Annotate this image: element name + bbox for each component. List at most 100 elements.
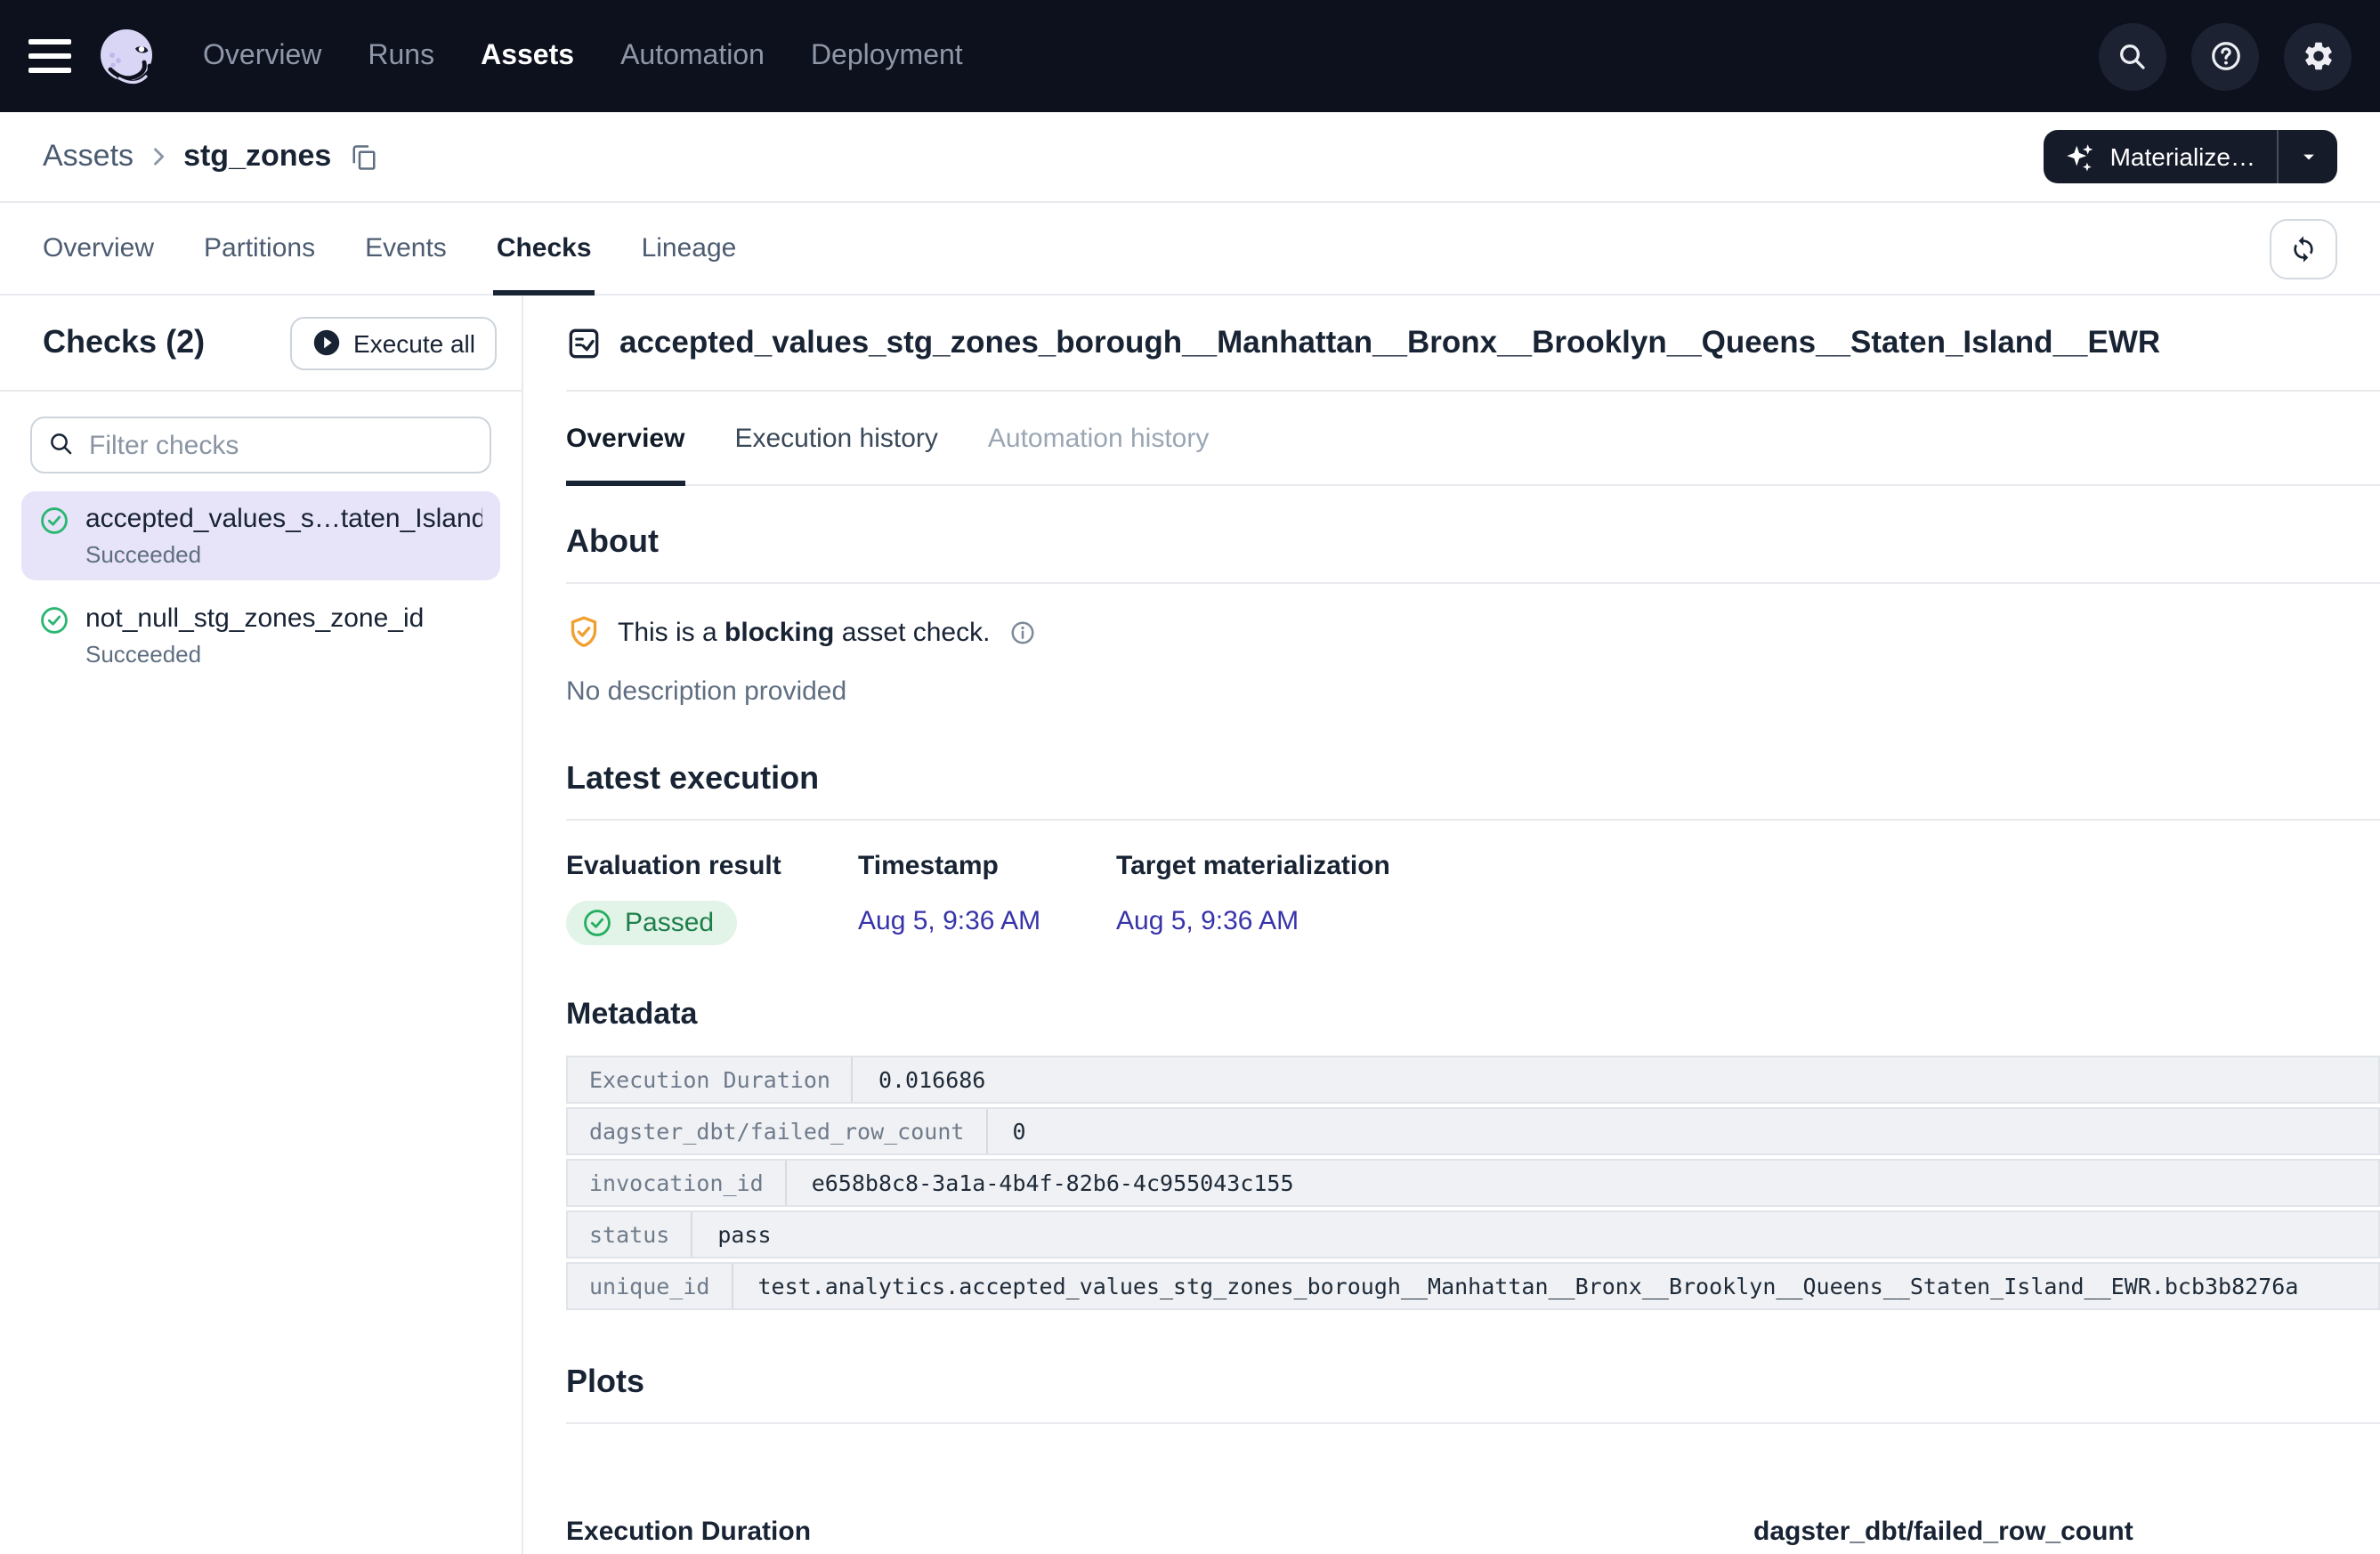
tab-partitions[interactable]: Partitions [204,203,315,294]
dagster-app: Overview Runs Assets Automation Deployme… [0,0,2380,1554]
table-row: invocation_id e658b8c8-3a1a-4b4f-82b6-4c… [566,1159,2380,1207]
tab-check-overview[interactable]: Overview [566,392,684,484]
tab-automation-history: Automation history [988,392,1209,484]
check-detail-tabs: Overview Execution history Automation hi… [566,392,2380,486]
check-list-item-not-null[interactable]: not_null_stg_zones_zone_id Succeeded [21,591,500,680]
timestamp-header: Timestamp [858,851,1116,881]
nav-assets[interactable]: Assets [481,40,574,72]
passed-badge: Passed [566,901,737,945]
table-row: Execution Duration 0.016686 [566,1056,2380,1104]
gear-icon [2301,39,2335,73]
nav-overview[interactable]: Overview [203,40,321,72]
sparkle-icon [2066,142,2096,172]
octopus-logo-icon [93,22,160,90]
primary-nav: Overview Runs Assets Automation Deployme… [203,40,963,72]
metadata-value: pass [692,1212,796,1257]
plots-heading: Plots [566,1364,2380,1424]
checklist-icon [566,325,602,360]
table-row: dagster_dbt/failed_row_count 0 [566,1107,2380,1155]
check-item-text: accepted_values_s…taten_Island__EWR Succ… [85,504,482,568]
check-detail-panel: accepted_values_stg_zones_borough__Manha… [523,295,2380,1554]
copy-icon[interactable] [347,140,381,174]
filter-checks-input[interactable] [30,417,491,473]
nav-actions [2099,22,2352,90]
tab-checks[interactable]: Checks [497,203,592,294]
description-placeholder: No description provided [566,676,2380,707]
checks-count-heading: Checks (2) [43,324,205,361]
metadata-table: Execution Duration 0.016686 dagster_dbt/… [566,1056,2380,1310]
page-title: stg_zones [183,139,331,174]
check-circle-icon [582,908,612,938]
chart-title: dagster_dbt/failed_row_count [1753,1517,2380,1547]
check-success-icon [39,605,69,668]
check-title-row: accepted_values_stg_zones_borough__Manha… [566,295,2380,392]
tab-lineage[interactable]: Lineage [642,203,737,294]
materialize-button[interactable]: Materialize… [2044,130,2277,183]
search-icon [2117,40,2149,72]
settings-button[interactable] [2284,22,2352,90]
latest-execution-grid: Evaluation result Passed Timestamp Aug 5… [566,851,2380,945]
tab-events[interactable]: Events [365,203,447,294]
search-button[interactable] [2099,22,2166,90]
tab-execution-history[interactable]: Execution history [734,392,937,484]
timestamp-column: Timestamp Aug 5, 9:36 AM [858,851,1116,945]
execution-duration-chart: Execution Duration 0.0174 [566,1517,1753,1554]
menu-icon[interactable] [28,39,71,73]
help-icon [2208,39,2242,73]
breadcrumb-assets-link[interactable]: Assets [43,139,134,174]
latest-execution-heading: Latest execution [566,760,2380,821]
check-item-status: Succeeded [85,541,482,568]
dagster-logo[interactable] [93,22,160,90]
chart-title: Execution Duration [566,1517,1753,1547]
nav-runs[interactable]: Runs [368,40,434,72]
check-item-status: Succeeded [85,641,424,668]
tab-overview[interactable]: Overview [43,203,154,294]
metadata-heading: Metadata [566,997,2380,1032]
refresh-icon [2289,234,2318,263]
top-nav: Overview Runs Assets Automation Deployme… [0,0,2380,112]
check-success-icon [39,506,69,568]
metadata-key: Execution Duration [568,1057,854,1102]
nav-deployment[interactable]: Deployment [811,40,963,72]
metadata-value: 0 [987,1109,1050,1153]
check-item-text: not_null_stg_zones_zone_id Succeeded [85,603,424,668]
chevron-down-icon [2295,144,2320,169]
metadata-key: unique_id [568,1264,733,1308]
asset-tabs: Overview Partitions Events Checks Lineag… [0,203,2380,295]
target-materialization-link[interactable]: Aug 5, 9:36 AM [1116,901,1390,936]
checks-list: accepted_values_s…taten_Island__EWR Succ… [0,392,522,680]
play-circle-icon [311,328,341,358]
target-materialization-header: Target materialization [1116,851,1390,881]
materialize-label: Materialize… [2110,142,2255,171]
execute-all-button[interactable]: Execute all [289,316,497,369]
plots-row: Execution Duration 0.0174 dagster_dbt/fa… [566,1517,2380,1554]
timestamp-link[interactable]: Aug 5, 9:36 AM [858,901,1116,936]
failed-row-count-chart: dagster_dbt/failed_row_count 1.0 0.6 [1753,1517,2380,1554]
materialize-split-button: Materialize… [2044,130,2337,183]
metadata-key: dagster_dbt/failed_row_count [568,1109,987,1153]
table-row: status pass [566,1210,2380,1259]
filter-checks-field [30,417,491,473]
breadcrumb: Assets stg_zones Materialize… [0,112,2380,203]
nav-automation[interactable]: Automation [620,40,765,72]
materialize-dropdown-button[interactable] [2277,130,2337,183]
info-icon[interactable] [1009,619,1036,645]
metadata-key: status [568,1212,692,1257]
chevron-right-icon [146,144,171,169]
help-button[interactable] [2191,22,2259,90]
search-icon [48,431,75,457]
checks-sidebar-header: Checks (2) Execute all [0,295,522,392]
refresh-button[interactable] [2270,218,2337,279]
target-materialization-column: Target materialization Aug 5, 9:36 AM [1116,851,1390,945]
metadata-value: e658b8c8-3a1a-4b4f-82b6-4c955043c155 [787,1161,1319,1205]
check-item-name: accepted_values_s…taten_Island__EWR [85,504,482,534]
check-name-heading: accepted_values_stg_zones_borough__Manha… [619,324,2160,361]
evaluation-result-header: Evaluation result [566,851,858,881]
checks-sidebar: Checks (2) Execute all [0,295,523,1554]
check-list-item-accepted-values[interactable]: accepted_values_s…taten_Island__EWR Succ… [21,491,500,580]
table-row: unique_id test.analytics.accepted_values… [566,1262,2380,1310]
blocking-text: This is a blocking asset check. [618,617,990,647]
metadata-value: test.analytics.accepted_values_stg_zones… [733,1264,2323,1308]
check-item-name: not_null_stg_zones_zone_id [85,603,424,634]
about-heading: About [566,523,2380,584]
